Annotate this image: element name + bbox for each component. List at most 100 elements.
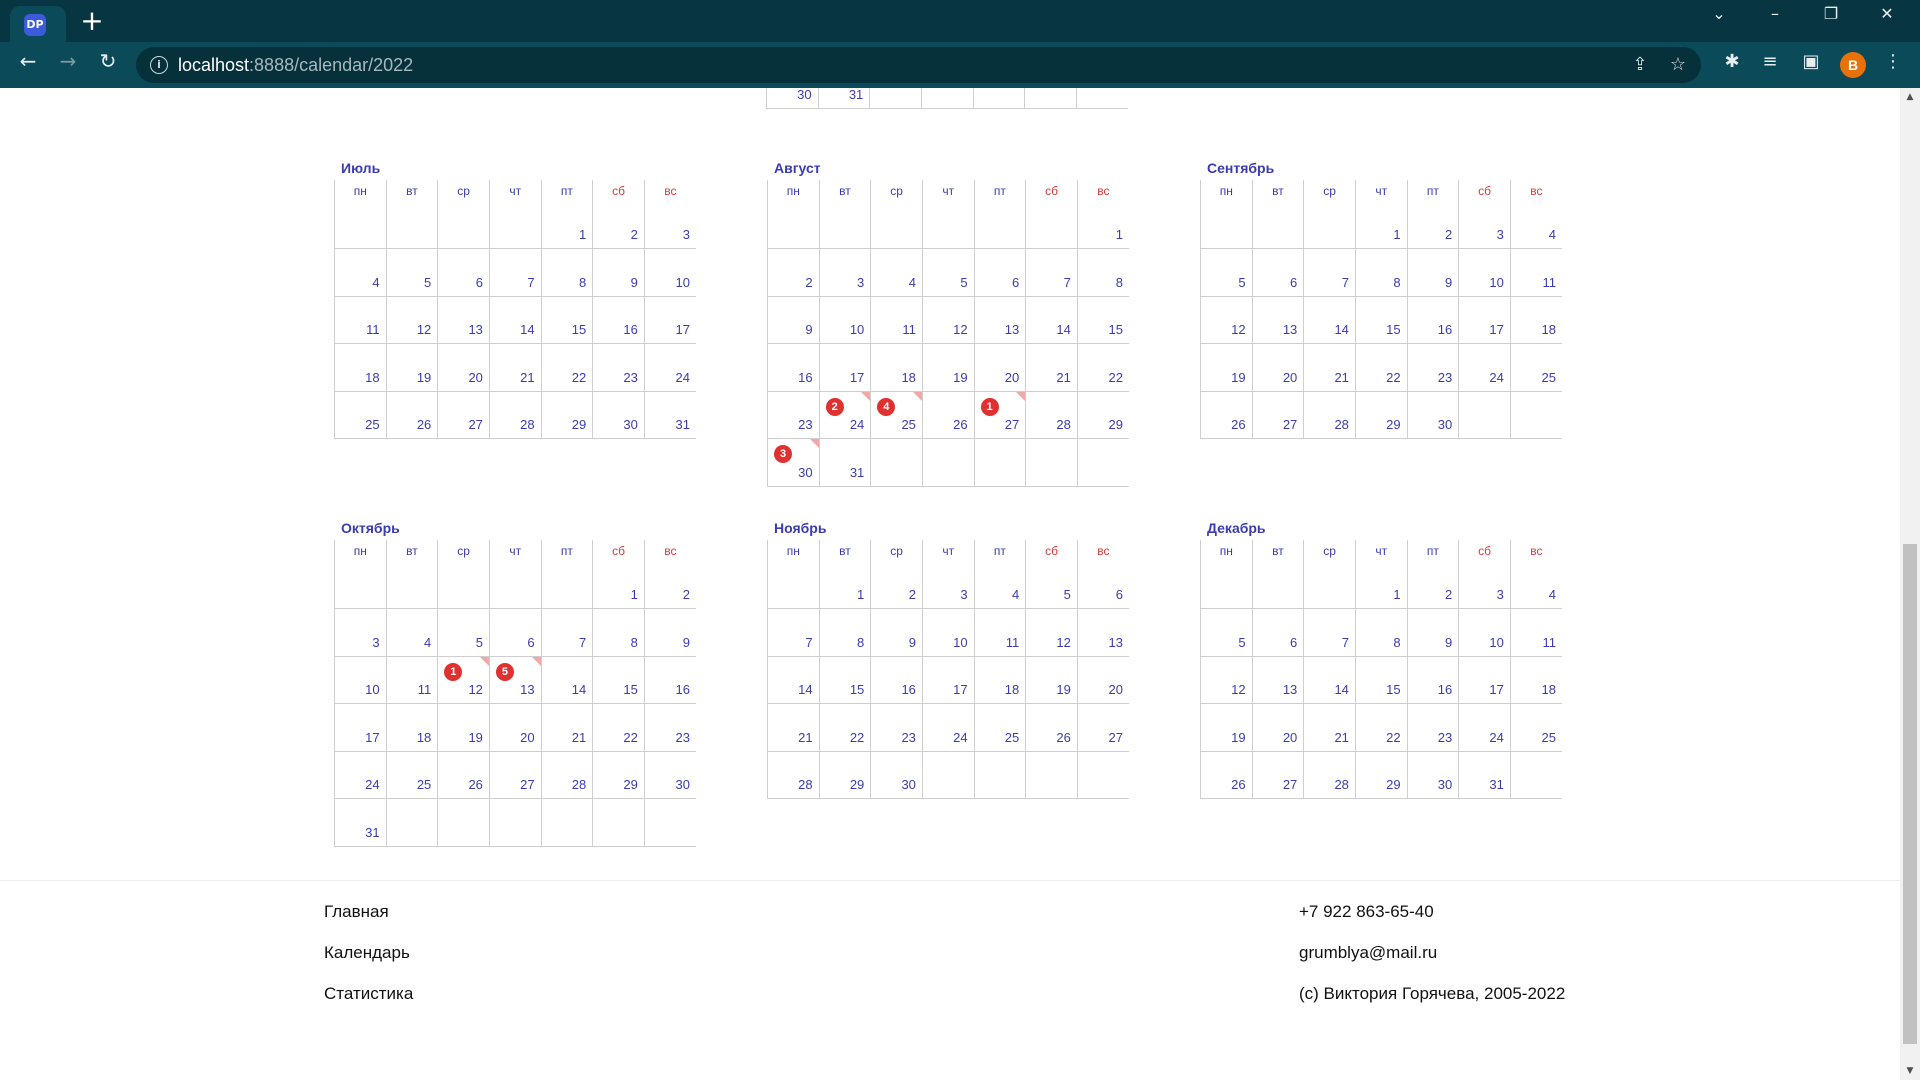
close-icon[interactable]: ✕ [1864, 4, 1910, 36]
minimize-icon[interactable]: – [1752, 4, 1798, 36]
day-cell[interactable]: 12 [385, 296, 438, 344]
day-cell[interactable]: 1 [592, 561, 645, 609]
day-cell[interactable]: 18 [973, 656, 1026, 704]
day-cell[interactable]: 9 [767, 296, 820, 344]
bookmark-star-icon[interactable]: ☆ [1666, 54, 1690, 78]
day-cell[interactable]: 29 [540, 391, 593, 439]
day-cell[interactable]: 3 [921, 561, 975, 609]
day-cell[interactable]: 6 [1076, 561, 1129, 609]
day-cell[interactable]: 23 [1406, 703, 1459, 752]
day-cell[interactable]: 10 [921, 608, 975, 657]
day-cell[interactable]: 1 [540, 201, 593, 249]
day-cell[interactable]: 12 [1200, 656, 1253, 704]
share-icon[interactable]: ⇪ [1628, 54, 1652, 78]
day-cell[interactable]: 7 [488, 248, 542, 297]
day-cell[interactable]: 7 [1303, 608, 1356, 657]
day-cell[interactable]: 25 [385, 751, 438, 799]
day-cell[interactable]: 9 [643, 608, 696, 657]
day-cell[interactable]: 15 [1354, 296, 1408, 344]
extensions-icon[interactable]: ✱ [1718, 51, 1746, 79]
day-cell[interactable]: 30 [766, 88, 819, 109]
day-cell[interactable]: 8 [592, 608, 645, 657]
day-cell[interactable]: 19 [1025, 656, 1078, 704]
day-cell[interactable]: 21 [488, 343, 542, 392]
day-cell[interactable]: 13 [1251, 296, 1304, 344]
day-cell[interactable]: 26 [1025, 703, 1078, 752]
day-cell[interactable]: 29 [1354, 751, 1408, 799]
day-cell[interactable]: 31 [334, 798, 387, 847]
day-cell[interactable]: 8 [1076, 248, 1129, 297]
day-cell[interactable]: 30 [1406, 391, 1459, 439]
day-cell[interactable]: 28 [767, 751, 820, 799]
day-cell[interactable]: 4 [1509, 561, 1562, 609]
day-cell[interactable]: 2 [1406, 561, 1459, 609]
site-info-icon[interactable]: i [150, 56, 168, 74]
day-cell[interactable]: 10 [643, 248, 696, 297]
day-cell[interactable]: 5 [1200, 248, 1253, 297]
day-cell[interactable]: 22 [540, 343, 593, 392]
day-cell[interactable]: 30 3 [767, 438, 820, 487]
day-cell[interactable]: 21 [1303, 343, 1356, 392]
day-cell[interactable]: 21 [540, 703, 593, 752]
scroll-up-arrow-icon[interactable]: ▲ [1900, 88, 1920, 106]
day-cell[interactable]: 21 [1025, 343, 1078, 392]
day-cell[interactable]: 14 [767, 656, 820, 704]
day-cell[interactable]: 3 [334, 608, 387, 657]
footer-link-calendar[interactable]: Календарь [324, 943, 410, 963]
browser-tab[interactable]: DP [10, 6, 66, 42]
day-cell[interactable]: 13 5 [488, 656, 542, 704]
day-cell[interactable]: 11 [1509, 248, 1562, 297]
day-cell[interactable]: 20 [437, 343, 490, 392]
event-count-badge[interactable]: 5 [495, 662, 514, 681]
day-cell[interactable]: 2 [592, 201, 645, 249]
day-cell[interactable]: 22 [1354, 343, 1408, 392]
event-count-badge[interactable]: 2 [825, 397, 844, 416]
day-cell[interactable]: 21 [767, 703, 820, 752]
day-cell[interactable]: 30 [870, 751, 923, 799]
day-cell[interactable]: 31 [818, 438, 871, 487]
day-cell[interactable]: 29 [1076, 391, 1129, 439]
day-cell[interactable]: 28 [488, 391, 542, 439]
day-cell[interactable]: 4 [385, 608, 438, 657]
tab-search-icon[interactable]: ⌄ [1696, 4, 1742, 36]
day-cell[interactable]: 4 [973, 561, 1026, 609]
forward-icon[interactable]: → [52, 49, 84, 81]
day-cell[interactable]: 25 [973, 703, 1026, 752]
event-count-badge[interactable]: 1 [980, 397, 999, 416]
day-cell[interactable]: 17 [921, 656, 975, 704]
day-cell[interactable]: 6 [1251, 608, 1304, 657]
day-cell[interactable]: 5 [921, 248, 975, 297]
day-cell[interactable]: 20 [1251, 343, 1304, 392]
day-cell[interactable]: 11 [973, 608, 1026, 657]
day-cell[interactable]: 18 [334, 343, 387, 392]
day-cell[interactable]: 2 [1406, 201, 1459, 249]
day-cell[interactable]: 14 [1025, 296, 1078, 344]
day-cell[interactable]: 16 [767, 343, 820, 392]
day-cell[interactable]: 4 [334, 248, 387, 297]
day-cell[interactable]: 13 [973, 296, 1026, 344]
day-cell[interactable]: 11 [870, 296, 923, 344]
day-cell[interactable]: 13 [437, 296, 490, 344]
vertical-scrollbar[interactable]: ▲ ▼ [1900, 88, 1920, 1080]
day-cell[interactable]: 16 [1406, 296, 1459, 344]
day-cell[interactable]: 2 [643, 561, 696, 609]
day-cell[interactable]: 9 [1406, 248, 1459, 297]
day-cell[interactable]: 18 [385, 703, 438, 752]
day-cell[interactable]: 17 [334, 703, 387, 752]
event-count-badge[interactable]: 1 [444, 662, 463, 681]
day-cell[interactable]: 16 [1406, 656, 1459, 704]
day-cell[interactable]: 10 [1458, 248, 1511, 297]
back-icon[interactable]: ← [12, 49, 44, 81]
day-cell[interactable]: 29 [1354, 391, 1408, 439]
day-cell[interactable]: 27 [1076, 703, 1129, 752]
day-cell[interactable]: 7 [1303, 248, 1356, 297]
day-cell[interactable]: 30 [1406, 751, 1459, 799]
restore-icon[interactable]: ❐ [1808, 4, 1854, 36]
day-cell[interactable]: 12 1 [437, 656, 490, 704]
day-cell[interactable]: 15 [540, 296, 593, 344]
day-cell[interactable]: 24 2 [818, 391, 871, 439]
day-cell[interactable]: 18 [1509, 296, 1562, 344]
day-cell[interactable]: 13 [1076, 608, 1129, 657]
day-cell[interactable]: 23 [1406, 343, 1459, 392]
day-cell[interactable]: 25 [1509, 703, 1562, 752]
